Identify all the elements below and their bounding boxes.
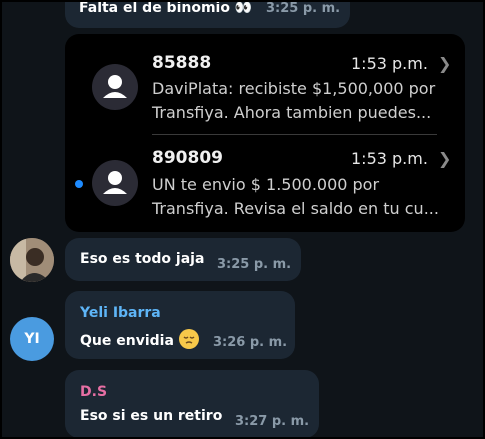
message-text: Falta el de binomio 👀 [79,0,253,16]
notification-item: 890809 1:53 p.m. ❯ UN te envio $ 1.500.0… [65,138,465,232]
notification-item: 85888 1:53 p.m. ❯ DaviPlata: recibiste $… [65,42,465,138]
relieved-face-icon [178,329,199,349]
message-bubble[interactable]: D.S Eso si es un retiro 3:27 p. m. [65,370,319,437]
shared-screenshot[interactable]: 85888 1:53 p.m. ❯ DaviPlata: recibiste $… [65,34,465,232]
notification-line1: DaviPlata: recibiste $1,500,000 por [152,79,436,98]
message-bubble[interactable]: Yeli Ibarra Que envidia 3:26 p. m. [65,291,295,359]
message-bubble[interactable]: Falta el de binomio 👀 3:25 p. m. [65,0,350,28]
message-time: 3:27 p. m. [235,414,310,429]
contact-avatar-icon [92,64,138,110]
notification-time: 1:53 p.m. [351,54,428,73]
sender-name[interactable]: D.S [80,384,107,400]
notification-line2: Transfiya. Revisa el saldo en tu cu... [152,199,439,218]
message-text-content: Que envidia [80,333,174,349]
notification-sender: 890809 [152,148,223,168]
notification-time: 1:53 p.m. [351,149,428,168]
divider [152,134,437,135]
message-text: Que envidia [80,329,199,349]
chat-screen: Falta el de binomio 👀 3:25 p. m. 85888 1… [0,0,485,439]
notification-sender: 85888 [152,53,212,73]
avatar[interactable]: YI [10,317,54,361]
sender-name[interactable]: Yeli Ibarra [80,305,161,321]
notification-line1: UN te envio $ 1.500.000 por [152,175,380,194]
chevron-right-icon: ❯ [438,54,452,73]
message-time: 3:26 p. m. [213,335,288,350]
notification-line2: Transfiya. Ahora tambien puedes... [152,103,432,122]
message-time: 3:25 p. m. [266,1,341,16]
unread-dot-icon [75,180,83,188]
contact-avatar-icon [92,160,138,206]
chevron-right-icon: ❯ [438,149,452,168]
avatar[interactable] [10,238,54,282]
message-time: 3:25 p. m. [217,257,292,272]
message-text: Eso es todo jaja [80,251,205,267]
message-text: Eso si es un retiro [80,408,223,424]
message-bubble[interactable]: Eso es todo jaja 3:25 p. m. [65,238,301,281]
